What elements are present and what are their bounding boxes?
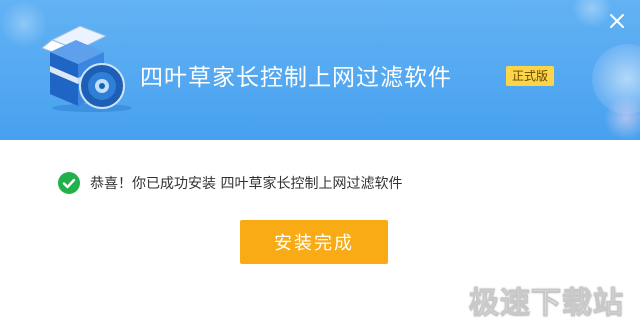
success-message: 恭喜！你已成功安装 四叶草家长控制上网过滤软件 bbox=[90, 176, 403, 192]
bokeh-decoration bbox=[604, 96, 640, 140]
finish-install-button[interactable]: 安装完成 bbox=[240, 220, 388, 264]
header-banner: 四叶草家长控制上网过滤软件 正式版 bbox=[0, 0, 640, 140]
software-box-icon bbox=[41, 25, 132, 112]
watermark: 极速下载站 bbox=[469, 286, 624, 322]
close-icon[interactable] bbox=[608, 12, 626, 30]
app-title: 四叶草家长控制上网过滤软件 bbox=[140, 65, 452, 91]
check-circle-icon bbox=[58, 172, 80, 194]
bokeh-decoration bbox=[572, 0, 612, 28]
success-message-row: 恭喜！你已成功安装 四叶草家长控制上网过滤软件 bbox=[58, 172, 402, 194]
edition-badge: 正式版 bbox=[506, 66, 555, 86]
